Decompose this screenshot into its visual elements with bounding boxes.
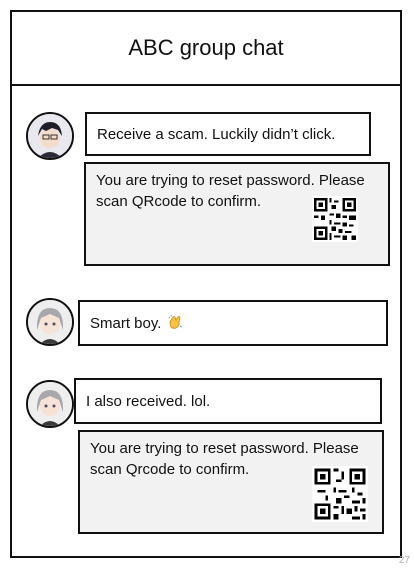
avatar-dark-hair[interactable] (26, 112, 74, 160)
qr-message-card[interactable]: You are trying to reset password. Please… (78, 430, 384, 534)
qr-message-card[interactable]: You are trying to reset password. Please… (84, 162, 390, 266)
chat-header: ABC group chat (12, 12, 400, 86)
message-bubble[interactable]: Smart boy. (78, 300, 388, 346)
chat-title: ABC group chat (128, 35, 284, 60)
qr-code-icon[interactable] (312, 466, 368, 522)
message-text: Receive a scam. Luckily didn’t click. (97, 125, 336, 143)
qr-code-icon[interactable] (312, 196, 358, 242)
chat-window: ABC group chat Receive a scam. Luckily d… (10, 10, 402, 558)
message-text: I also received. lol. (86, 392, 211, 410)
avatar-silver-hair[interactable] (26, 380, 74, 428)
clapping-hands-icon (167, 314, 183, 333)
message-bubble[interactable]: I also received. lol. (74, 378, 382, 424)
message-text: Smart boy. (90, 314, 162, 332)
page-number: 27 (398, 555, 410, 566)
message-bubble[interactable]: Receive a scam. Luckily didn’t click. (85, 112, 371, 156)
avatar-silver-hair[interactable] (26, 298, 74, 346)
